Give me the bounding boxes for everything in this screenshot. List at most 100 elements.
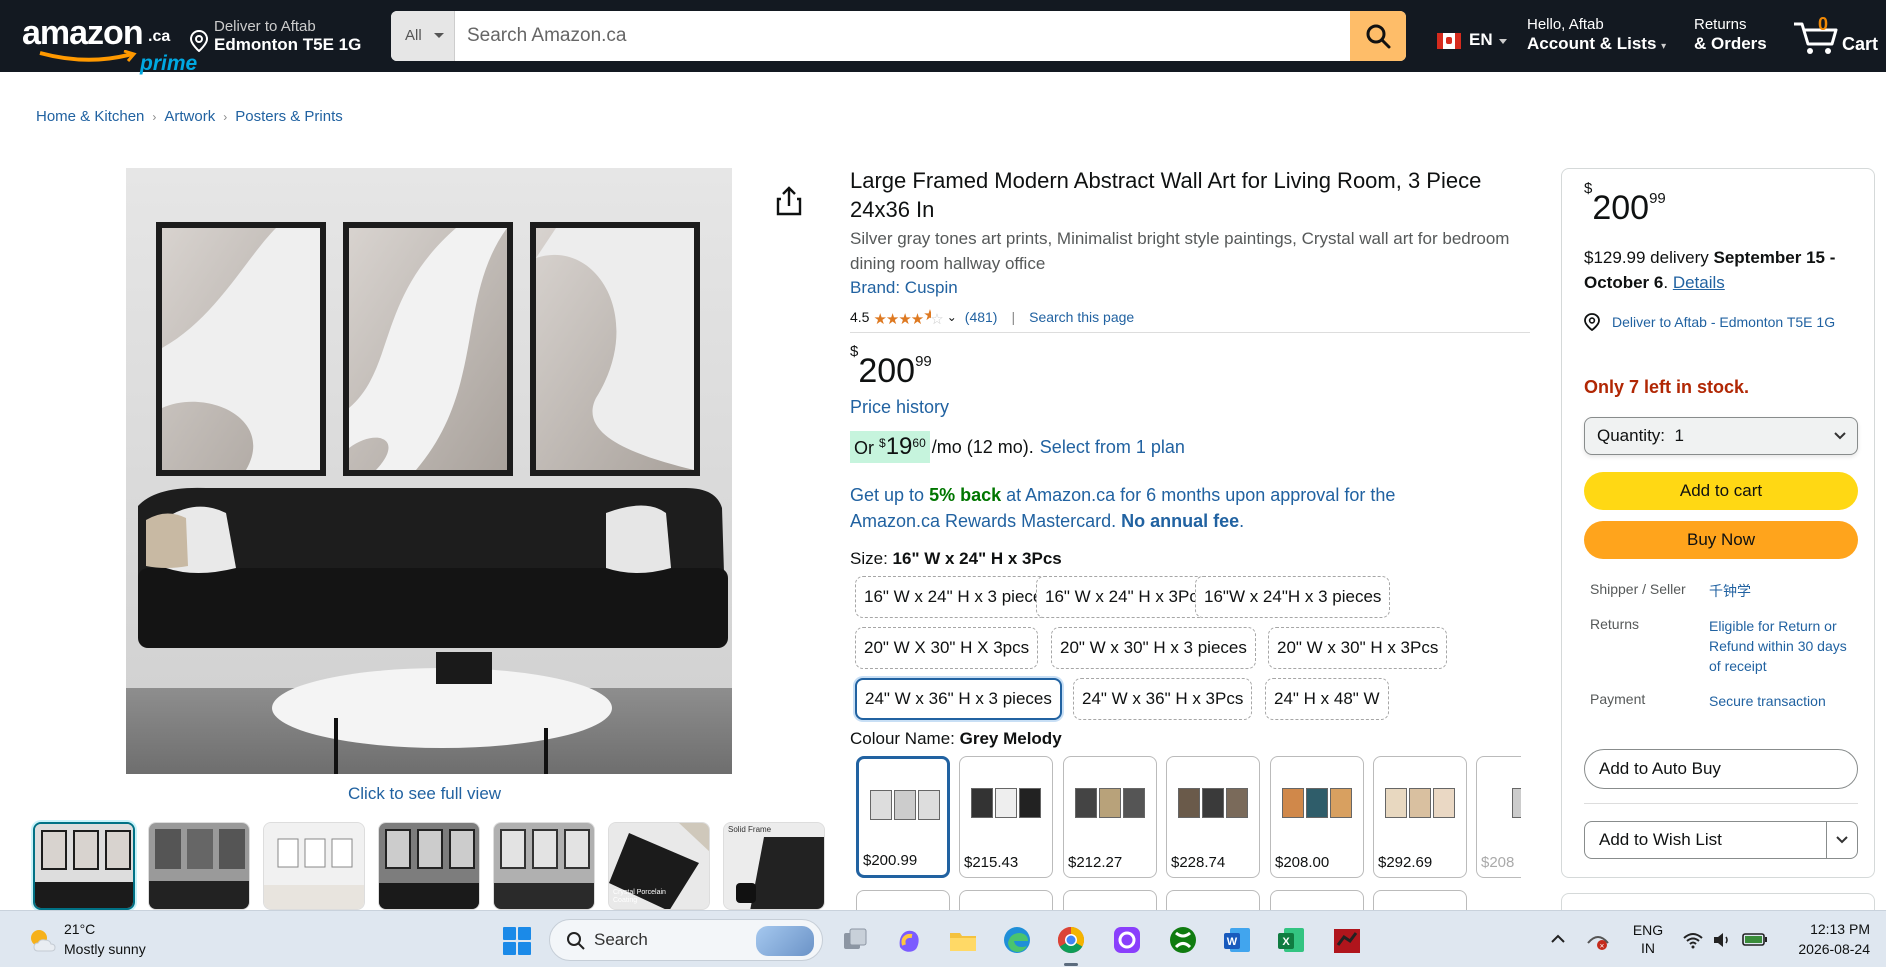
thumbnail-4[interactable] <box>378 822 480 910</box>
brand-link[interactable]: Brand: Cuspin <box>850 278 1530 298</box>
search-category-dropdown[interactable]: All <box>391 11 455 61</box>
network-alert-icon[interactable]: × <box>1586 929 1610 951</box>
size-option[interactable]: 20" W x 30" H x 3Pcs <box>1268 627 1448 669</box>
copilot-app-icon[interactable] <box>1110 923 1144 957</box>
price-whole: 200 <box>858 352 916 390</box>
svg-text:×: × <box>1600 942 1605 951</box>
file-explorer-icon[interactable] <box>946 923 980 957</box>
colour-swatch[interactable]: $215.43 <box>959 756 1053 878</box>
edge-browser-icon[interactable] <box>1000 923 1034 957</box>
size-option[interactable]: 16" W x 24" H x 3Pcs <box>1036 576 1216 618</box>
colour-swatch[interactable] <box>1166 890 1260 910</box>
size-option[interactable]: 16" W x 24" H x 3 pieces <box>855 576 1060 618</box>
volume-icon[interactable] <box>1712 931 1732 949</box>
returns-and-orders[interactable]: Returns & Orders <box>1694 16 1784 58</box>
secure-transaction-link[interactable]: Secure transaction <box>1709 691 1859 711</box>
chevron-right-icon: › <box>223 110 228 124</box>
colour-swatch-selected[interactable]: $200.99 <box>856 756 950 878</box>
battery-icon[interactable] <box>1742 931 1768 947</box>
star-rating-icon[interactable]: ★★★★★☆ <box>873 306 943 328</box>
deliver-to-location[interactable]: Deliver to Aftab Edmonton T5E 1G <box>190 16 380 56</box>
monthly-price-highlight: Or $1960 <box>850 431 930 463</box>
breadcrumb-artwork[interactable]: Artwork <box>164 108 215 126</box>
search-input[interactable] <box>455 11 1350 61</box>
size-label: Size: 16" W x 24" H x 3Pcs <box>850 549 1062 569</box>
colour-swatch[interactable]: $208.00 <box>1270 756 1364 878</box>
weather-widget[interactable]: 21°C Mostly sunny <box>28 921 188 961</box>
input-language-indicator[interactable]: ENG IN <box>1628 921 1668 957</box>
size-option[interactable]: 24" H x 48" W <box>1265 678 1389 720</box>
buybox-price: $20099 <box>1584 180 1666 228</box>
thumbnail-2[interactable] <box>148 822 250 910</box>
share-icon[interactable] <box>776 186 802 216</box>
task-view-icon[interactable] <box>838 923 872 957</box>
chevron-up-icon[interactable] <box>1550 933 1566 945</box>
product-title: Large Framed Modern Abstract Wall Art fo… <box>850 168 1482 222</box>
colour-swatch[interactable]: $228.74 <box>1166 756 1260 878</box>
thumbnail-3[interactable] <box>263 822 365 910</box>
monthly-suffix: /mo (12 mo). <box>931 436 1034 457</box>
app-red-icon[interactable] <box>1330 923 1364 957</box>
colour-swatch[interactable] <box>959 890 1053 910</box>
xbox-icon[interactable] <box>1166 923 1200 957</box>
colour-swatch[interactable] <box>856 890 950 910</box>
quantity-label: Quantity: 1 <box>1597 426 1684 445</box>
full-view-link[interactable]: Click to see full view <box>348 784 501 804</box>
mastercard-offer[interactable]: Get up to 5% back at Amazon.ca for 6 mon… <box>850 482 1470 534</box>
select-plan-link[interactable]: Select from 1 plan <box>1040 437 1185 458</box>
caret-down-icon <box>434 33 444 38</box>
add-to-cart-button[interactable]: Add to cart <box>1584 472 1858 510</box>
colour-swatch[interactable]: $292.69 <box>1373 756 1467 878</box>
language-selector[interactable]: EN <box>1437 30 1507 54</box>
chevron-down-icon[interactable] <box>1835 832 1849 846</box>
breadcrumb-posters-prints[interactable]: Posters & Prints <box>235 108 343 126</box>
chevron-down-icon[interactable]: ⌄ <box>947 310 957 324</box>
excel-icon[interactable]: X <box>1274 923 1308 957</box>
copilot-icon[interactable] <box>892 923 926 957</box>
rating-row: 4.5 ★★★★★☆ ⌄ (481) | Search this page <box>850 306 1134 328</box>
returns-policy-link[interactable]: Eligible for Return or Refund within 30 … <box>1709 616 1859 676</box>
colour-swatch[interactable] <box>1270 890 1364 910</box>
thumbnail-5[interactable] <box>493 822 595 910</box>
thumbnail-image <box>724 823 824 909</box>
buy-now-button[interactable]: Buy Now <box>1584 521 1858 559</box>
size-option[interactable]: 24" W x 36" H x 3Pcs <box>1073 678 1253 720</box>
quantity-dropdown[interactable]: Quantity: 1 <box>1584 417 1858 455</box>
system-clock[interactable]: 12:13 PM 2026-08-24 <box>1786 919 1870 959</box>
amazon-logo[interactable]: amazon .ca prime <box>22 14 197 75</box>
windows-start-icon[interactable] <box>503 927 531 955</box>
thumbnail-7[interactable]: Solid Frame <box>723 822 825 910</box>
word-icon[interactable]: W <box>1220 923 1254 957</box>
breadcrumb-home-kitchen[interactable]: Home & Kitchen <box>36 108 144 126</box>
chrome-browser-icon[interactable] <box>1054 923 1088 966</box>
wifi-icon[interactable] <box>1682 931 1704 949</box>
thumbnail-1[interactable] <box>33 822 135 910</box>
cart-button[interactable]: 0 Cart <box>1792 12 1882 60</box>
taskbar-search[interactable]: Search <box>549 919 823 961</box>
size-option-selected[interactable]: 24" W x 36" H x 3 pieces <box>855 678 1062 720</box>
product-price: $20099 <box>850 343 932 391</box>
swatch-image <box>867 769 943 841</box>
ratings-count-link[interactable]: (481) <box>965 309 998 325</box>
seller-link[interactable]: 千钟学 <box>1709 581 1859 601</box>
add-to-auto-buy-button[interactable]: Add to Auto Buy <box>1584 749 1858 789</box>
add-to-wish-list-button[interactable]: Add to Wish List <box>1584 821 1858 859</box>
colour-swatch[interactable] <box>1063 890 1157 910</box>
colour-swatch[interactable] <box>1373 890 1467 910</box>
search-this-page-link[interactable]: Search this page <box>1029 309 1134 325</box>
size-option[interactable]: 20" W X 30" H X 3pcs <box>855 627 1039 669</box>
size-option[interactable]: 20" W x 30" H x 3 pieces <box>1051 627 1256 669</box>
main-product-image[interactable] <box>126 168 732 774</box>
colour-label: Colour Name: Grey Melody <box>850 729 1062 749</box>
size-option[interactable]: 16"W x 24"H x 3 pieces <box>1195 576 1391 618</box>
colour-swatch[interactable]: $208 <box>1476 756 1521 878</box>
search-icon <box>567 932 585 950</box>
account-and-lists[interactable]: Hello, Aftab Account & Lists ▾ <box>1527 16 1672 58</box>
thumbnail-6[interactable]: Crystal Porcelain Coating <box>608 822 710 910</box>
colour-swatch[interactable]: $212.27 <box>1063 756 1157 878</box>
price-history-link[interactable]: Price history <box>850 397 949 418</box>
buy-box: $20099 $129.99 delivery September 15 - O… <box>1561 168 1875 878</box>
delivery-details-link[interactable]: Details <box>1673 273 1725 292</box>
delivery-location-link[interactable]: Deliver to Aftab - Edmonton T5E 1G <box>1584 311 1864 333</box>
search-button[interactable] <box>1350 11 1406 61</box>
